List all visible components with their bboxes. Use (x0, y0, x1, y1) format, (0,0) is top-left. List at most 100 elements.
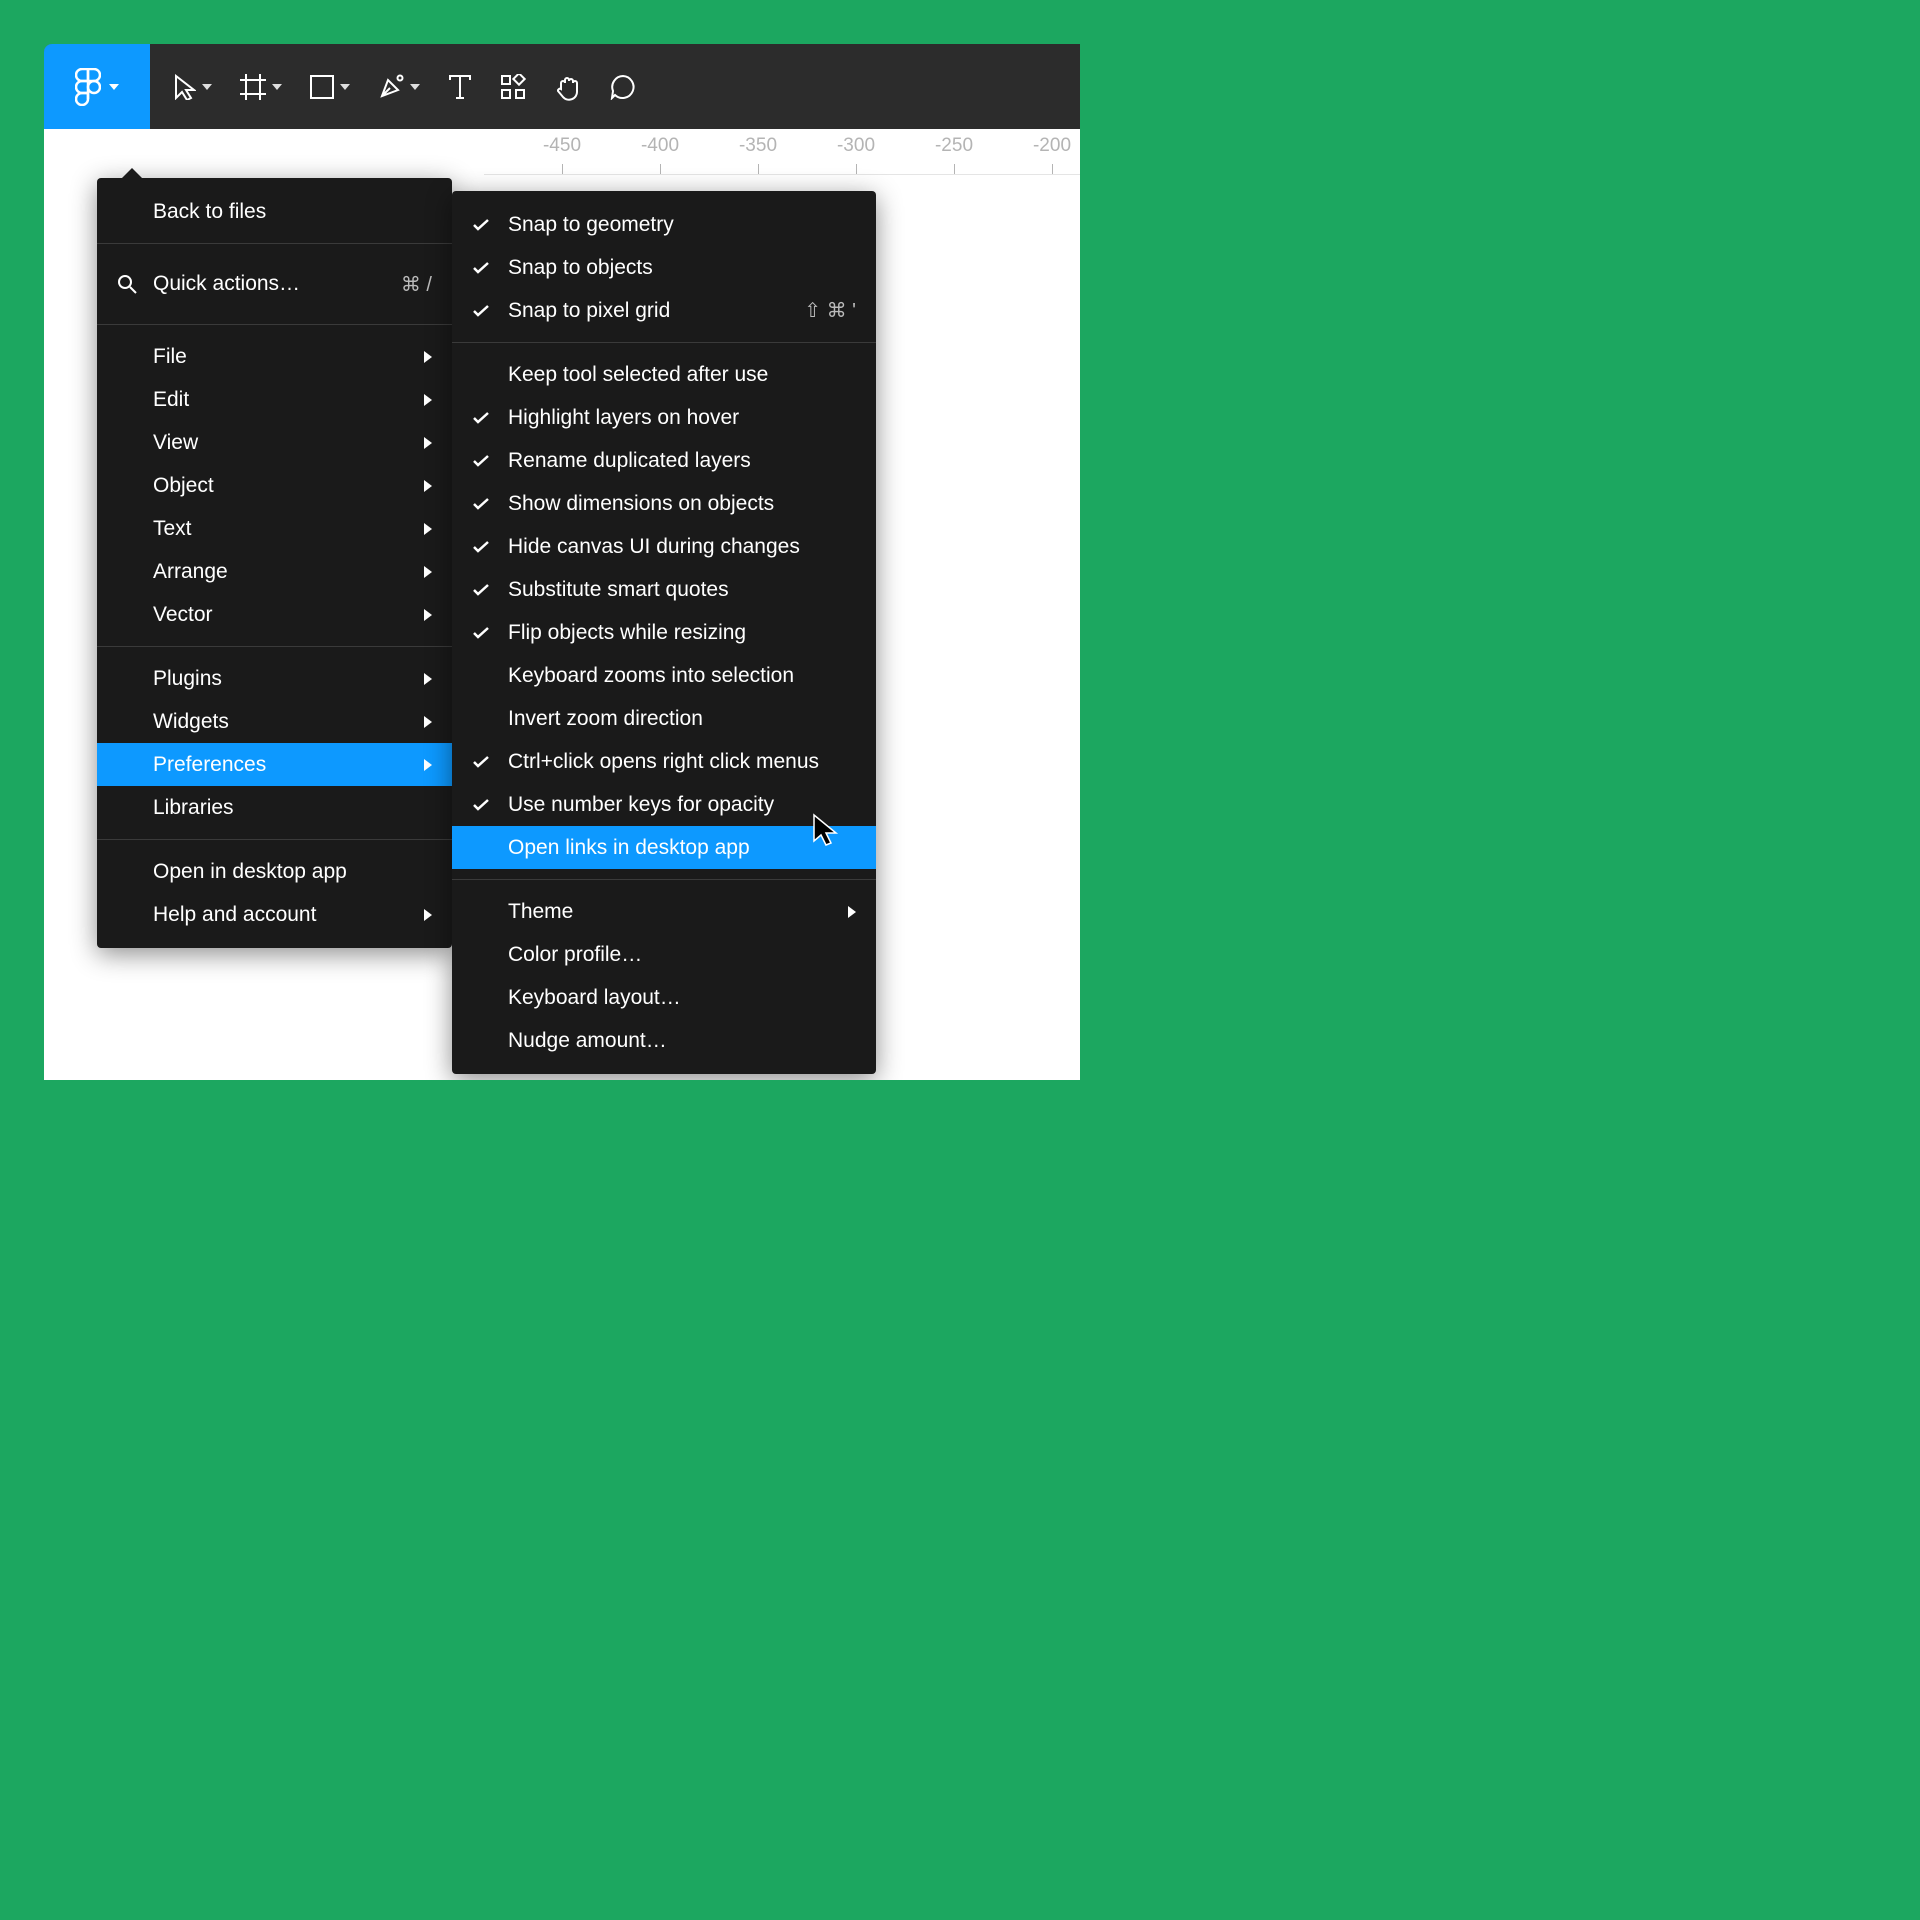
menu-label: Plugins (153, 667, 422, 691)
menu-label: Preferences (153, 753, 422, 777)
pref-item[interactable]: Nudge amount… (452, 1019, 876, 1062)
menu-label: Snap to geometry (508, 213, 856, 237)
pref-item[interactable]: Highlight layers on hover (452, 396, 876, 439)
menu-separator (97, 839, 452, 840)
menu-back-to-files[interactable]: Back to files (97, 190, 452, 233)
hand-icon (554, 73, 582, 101)
menu-separator (97, 646, 452, 647)
ruler-label: -350 (739, 135, 777, 157)
menu-label: Edit (153, 388, 422, 412)
pref-item[interactable]: Ctrl+click opens right click menus (452, 740, 876, 783)
pref-item[interactable]: Keyboard zooms into selection (452, 654, 876, 697)
check-icon (472, 540, 508, 554)
pref-item[interactable]: Hide canvas UI during changes (452, 525, 876, 568)
menu-item[interactable]: Object (97, 464, 452, 507)
app-window: -450-400-350-300-250-200-150 Back to fil… (44, 44, 1080, 1080)
hand-tool[interactable] (540, 44, 596, 129)
resources-tool[interactable] (486, 44, 540, 129)
ruler-label: -450 (543, 135, 581, 157)
menu-item[interactable]: Edit (97, 378, 452, 421)
ruler-tick (660, 164, 661, 174)
menu-open-in-desktop[interactable]: Open in desktop app (97, 850, 452, 893)
menu-label: Snap to objects (508, 256, 856, 280)
menu-label: Hide canvas UI during changes (508, 535, 856, 559)
pref-item[interactable]: Flip objects while resizing (452, 611, 876, 654)
menu-label: Vector (153, 603, 422, 627)
text-tool[interactable] (434, 44, 486, 129)
pref-item[interactable]: Keep tool selected after use (452, 353, 876, 396)
menu-label: File (153, 345, 422, 369)
menu-item[interactable]: Vector (97, 593, 452, 636)
ruler-label: -400 (641, 135, 679, 157)
pref-item[interactable]: Snap to pixel grid⇧ ⌘ ' (452, 289, 876, 332)
shape-tool[interactable] (296, 44, 364, 129)
pref-item[interactable]: Invert zoom direction (452, 697, 876, 740)
menu-preferences[interactable]: Preferences (97, 743, 452, 786)
submenu-icon (422, 566, 432, 578)
text-icon (448, 74, 472, 100)
chevron-down-icon (109, 84, 119, 90)
menu-label: Flip objects while resizing (508, 621, 856, 645)
ruler-tick (758, 164, 759, 174)
menu-label: Object (153, 474, 422, 498)
pen-icon (378, 74, 404, 100)
pref-item[interactable]: Theme (452, 890, 876, 933)
submenu-icon (422, 909, 432, 921)
menu-separator (97, 243, 452, 244)
menu-label: Use number keys for opacity (508, 793, 856, 817)
menu-label: Keyboard zooms into selection (508, 664, 856, 688)
submenu-icon (422, 437, 432, 449)
menu-label: Rename duplicated layers (508, 449, 856, 473)
frame-icon (240, 74, 266, 100)
submenu-icon (422, 394, 432, 406)
ruler-label: -200 (1033, 135, 1071, 157)
ruler-tick (856, 164, 857, 174)
menu-item[interactable]: Arrange (97, 550, 452, 593)
menu-label: Widgets (153, 710, 422, 734)
pref-item[interactable]: Rename duplicated layers (452, 439, 876, 482)
resources-icon (500, 74, 526, 100)
menu-item[interactable]: View (97, 421, 452, 464)
menu-label: Invert zoom direction (508, 707, 856, 731)
menu-label: Ctrl+click opens right click menus (508, 750, 856, 774)
pen-tool[interactable] (364, 44, 434, 129)
menu-plugins[interactable]: Plugins (97, 657, 452, 700)
pref-item[interactable]: Substitute smart quotes (452, 568, 876, 611)
comment-tool[interactable] (596, 44, 650, 129)
menu-libraries[interactable]: Libraries (97, 786, 452, 829)
chevron-down-icon (410, 84, 420, 90)
frame-tool[interactable] (226, 44, 296, 129)
search-icon (117, 274, 153, 294)
pref-item[interactable]: Keyboard layout… (452, 976, 876, 1019)
toolbar-tools (150, 44, 660, 129)
pref-item[interactable]: Snap to objects (452, 246, 876, 289)
check-icon (472, 218, 508, 232)
menu-label: Show dimensions on objects (508, 492, 856, 516)
rectangle-icon (310, 75, 334, 99)
check-icon (472, 583, 508, 597)
menu-quick-actions[interactable]: Quick actions… ⌘ / (97, 254, 452, 314)
menu-label: Keyboard layout… (508, 986, 856, 1010)
pref-item[interactable]: Snap to geometry (452, 203, 876, 246)
menu-label: Open links in desktop app (508, 836, 856, 860)
submenu-icon (422, 673, 432, 685)
ruler-tick (954, 164, 955, 174)
move-tool[interactable] (160, 44, 226, 129)
figma-menu-button[interactable] (44, 44, 150, 129)
menu-widgets[interactable]: Widgets (97, 700, 452, 743)
main-menu: Back to files Quick actions… ⌘ / File Edi… (97, 178, 452, 948)
menu-label: Keep tool selected after use (508, 363, 856, 387)
check-icon (472, 304, 508, 318)
menu-label: Text (153, 517, 422, 541)
check-icon (472, 798, 508, 812)
menu-separator (452, 879, 876, 880)
menu-item[interactable]: Text (97, 507, 452, 550)
menu-item[interactable]: File (97, 335, 452, 378)
chevron-down-icon (202, 84, 212, 90)
figma-logo-icon (75, 68, 101, 106)
menu-help-account[interactable]: Help and account (97, 893, 452, 936)
pref-item[interactable]: Color profile… (452, 933, 876, 976)
menu-label: Help and account (153, 903, 422, 927)
ruler-tick (562, 164, 563, 174)
pref-item[interactable]: Show dimensions on objects (452, 482, 876, 525)
